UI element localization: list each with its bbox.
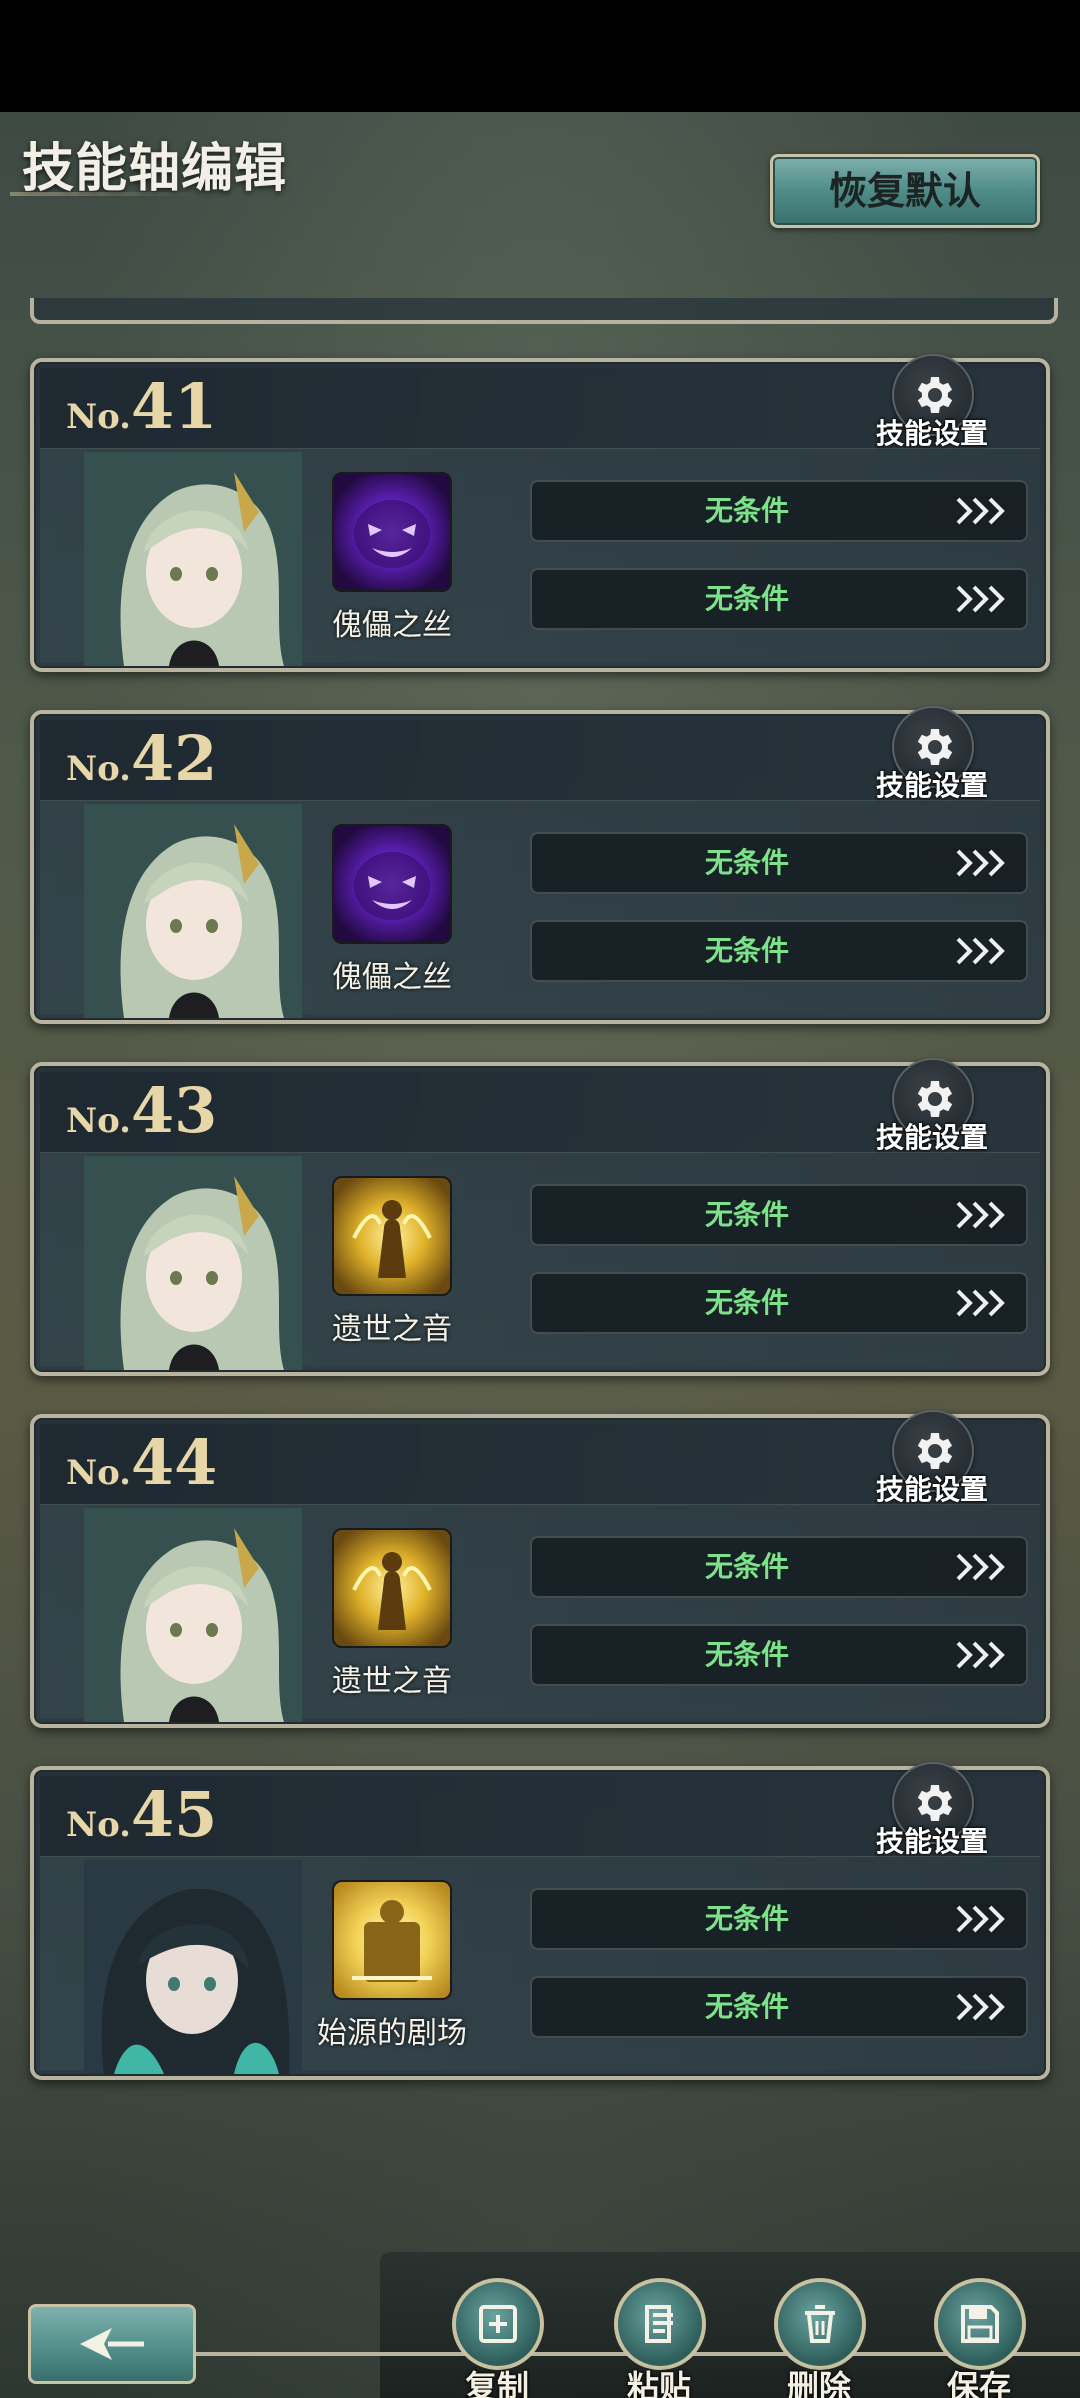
back-arrow-icon — [80, 2328, 144, 2360]
character-portrait — [84, 1860, 302, 2074]
condition-text: 无条件 — [704, 1638, 789, 1671]
skill-settings-button[interactable]: 技能设置 — [862, 706, 1002, 806]
triple-chevron-icon — [956, 1905, 1005, 1933]
skill-settings-label: 技能设置 — [875, 769, 988, 802]
character-portrait — [84, 452, 302, 666]
copy-icon[interactable] — [452, 2278, 544, 2370]
condition-text: 无条件 — [704, 1550, 789, 1583]
golden-stage-icon[interactable] — [332, 1880, 452, 2000]
number-prefix: No. — [66, 397, 131, 437]
triple-chevron-icon — [956, 849, 1005, 877]
skill-card: No.44 技能设置 遗世之音 无条件 无条件 — [30, 1410, 1050, 1728]
number-prefix: No. — [66, 1805, 131, 1845]
bottom-action-bar: 复制 粘贴 删除 保存 — [0, 2252, 1080, 2398]
character-portrait — [84, 1156, 302, 1370]
golden-figure-icon[interactable] — [332, 1528, 452, 1648]
character-portrait — [84, 1508, 302, 1722]
skill-name: 始源的剧场 — [317, 2016, 467, 2051]
triple-chevron-icon — [956, 497, 1005, 525]
back-button[interactable] — [28, 2304, 196, 2384]
trash-icon[interactable] — [774, 2278, 866, 2370]
card-number: No.44 — [66, 1426, 217, 1499]
card-number: No.41 — [66, 370, 217, 443]
condition-text: 无条件 — [704, 582, 789, 615]
page-title: 技能轴编辑 — [22, 139, 288, 199]
purple-demon-icon[interactable] — [332, 824, 452, 944]
condition-text: 无条件 — [704, 1198, 789, 1231]
paste-icon[interactable] — [614, 2278, 706, 2370]
screen: 技能轴编辑 恢复默认 No.41 技能设置 傀儡之丝 无条件 无条件 No.42… — [0, 112, 1080, 2398]
skill-settings-label: 技能设置 — [875, 1473, 988, 1506]
reset-default-button[interactable]: 恢复默认 — [770, 154, 1040, 228]
condition-slot-1[interactable]: 无条件 — [530, 1536, 1028, 1598]
skill-name: 傀儡之丝 — [332, 960, 452, 995]
skill-name: 遗世之音 — [332, 1312, 452, 1347]
skill-settings-button[interactable]: 技能设置 — [862, 1762, 1002, 1862]
paste-button[interactable]: 粘贴 — [604, 2278, 714, 2398]
golden-figure-icon[interactable] — [332, 1176, 452, 1296]
triple-chevron-icon — [956, 1201, 1005, 1229]
number-prefix: No. — [66, 749, 131, 789]
condition-text: 无条件 — [704, 1990, 789, 2023]
skill-settings-label: 技能设置 — [875, 1825, 988, 1858]
paste-label: 粘贴 — [626, 2368, 691, 2398]
skill-card: No.42 技能设置 傀儡之丝 无条件 无条件 — [30, 706, 1050, 1024]
triple-chevron-icon — [956, 1553, 1005, 1581]
skill-card: No.45 技能设置 始源的剧场 无条件 无条件 — [30, 1762, 1050, 2080]
delete-button[interactable]: 删除 — [764, 2278, 874, 2398]
triple-chevron-icon — [956, 937, 1005, 965]
condition-slot-1[interactable]: 无条件 — [530, 1888, 1028, 1950]
number-value: 43 — [131, 1074, 218, 1147]
purple-demon-icon[interactable] — [332, 472, 452, 592]
condition-slot-1[interactable]: 无条件 — [530, 480, 1028, 542]
condition-slot-2[interactable]: 无条件 — [530, 920, 1028, 982]
character-portrait — [84, 804, 302, 1018]
number-prefix: No. — [66, 1101, 131, 1141]
card-number: No.42 — [66, 722, 217, 795]
number-value: 45 — [131, 1778, 218, 1851]
triple-chevron-icon — [956, 585, 1005, 613]
condition-text: 无条件 — [704, 1286, 789, 1319]
number-value: 44 — [131, 1426, 218, 1499]
number-value: 42 — [131, 722, 218, 795]
skill-settings-label: 技能设置 — [875, 417, 988, 450]
condition-text: 无条件 — [704, 846, 789, 879]
title-ornament — [10, 192, 200, 196]
number-value: 41 — [131, 370, 218, 443]
skill-name: 遗世之音 — [332, 1664, 452, 1699]
skill-settings-label: 技能设置 — [875, 1121, 988, 1154]
skill-settings-button[interactable]: 技能设置 — [862, 1410, 1002, 1510]
condition-slot-1[interactable]: 无条件 — [530, 1184, 1028, 1246]
card-number: No.43 — [66, 1074, 217, 1147]
condition-slot-1[interactable]: 无条件 — [530, 832, 1028, 894]
condition-slot-2[interactable]: 无条件 — [530, 1272, 1028, 1334]
card-number: No.45 — [66, 1778, 217, 1851]
save-icon[interactable] — [934, 2278, 1026, 2370]
skill-card: No.41 技能设置 傀儡之丝 无条件 无条件 — [30, 354, 1050, 672]
triple-chevron-icon — [956, 1641, 1005, 1669]
number-prefix: No. — [66, 1453, 131, 1493]
skill-card: No.43 技能设置 遗世之音 无条件 无条件 — [30, 1058, 1050, 1376]
save-label: 保存 — [946, 2368, 1011, 2398]
skill-settings-button[interactable]: 技能设置 — [862, 354, 1002, 454]
copy-button[interactable]: 复制 — [442, 2278, 552, 2398]
previous-card-edge — [30, 298, 1058, 324]
skill-name: 傀儡之丝 — [332, 608, 452, 643]
save-button[interactable]: 保存 — [924, 2278, 1034, 2398]
copy-label: 复制 — [464, 2368, 529, 2398]
skill-settings-button[interactable]: 技能设置 — [862, 1058, 1002, 1158]
condition-text: 无条件 — [704, 1902, 789, 1935]
triple-chevron-icon — [956, 1993, 1005, 2021]
triple-chevron-icon — [956, 1289, 1005, 1317]
condition-text: 无条件 — [704, 934, 789, 967]
condition-slot-2[interactable]: 无条件 — [530, 1976, 1028, 2038]
delete-label: 删除 — [786, 2368, 851, 2398]
condition-text: 无条件 — [704, 494, 789, 527]
condition-slot-2[interactable]: 无条件 — [530, 1624, 1028, 1686]
condition-slot-2[interactable]: 无条件 — [530, 568, 1028, 630]
